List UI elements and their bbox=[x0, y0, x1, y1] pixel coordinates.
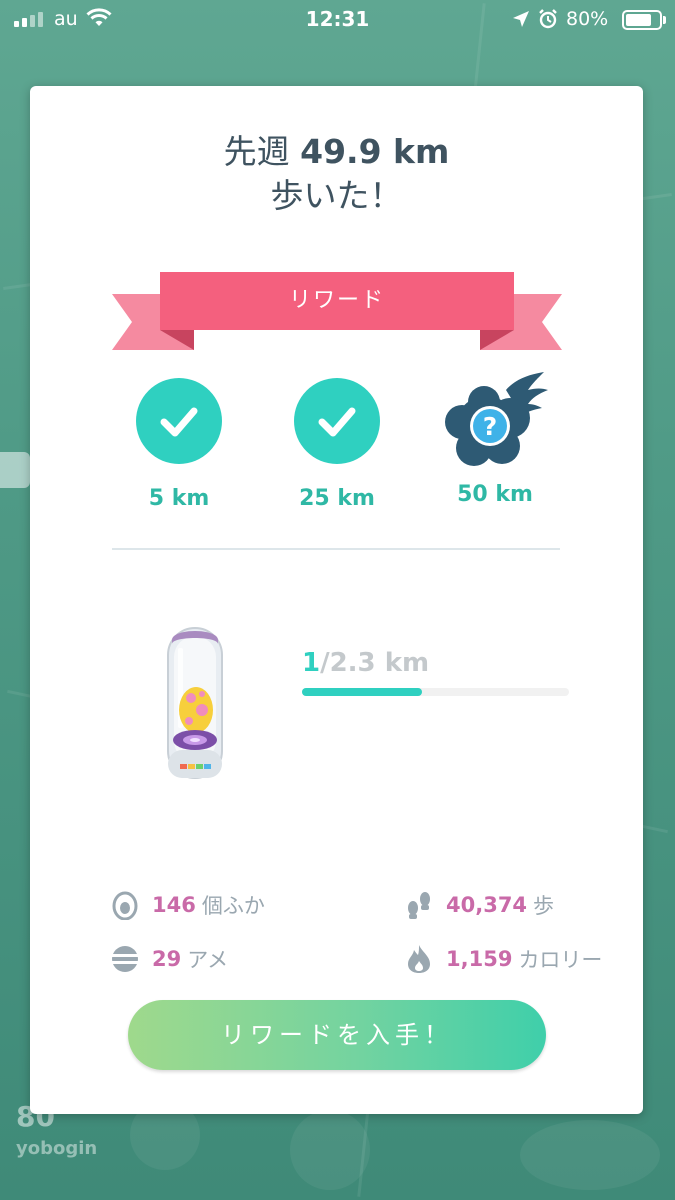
incubator-egg-icon bbox=[164, 618, 226, 798]
title-prefix: 先週 bbox=[223, 132, 290, 171]
side-drawer-tab[interactable] bbox=[0, 452, 30, 488]
stat-unit: 歩 bbox=[533, 894, 555, 918]
divider bbox=[112, 548, 560, 550]
stat-value: 146 bbox=[152, 893, 196, 917]
stat-calories: 1,159 カロリー bbox=[404, 944, 602, 974]
check-icon bbox=[294, 378, 380, 464]
stat-value: 1,159 bbox=[446, 947, 513, 971]
stat-eggs-hatched: 146 個ふか bbox=[110, 890, 265, 920]
stat-value: 29 bbox=[152, 947, 182, 971]
alarm-icon bbox=[538, 9, 558, 33]
milestone-label: 50 km bbox=[457, 482, 533, 507]
progress-fill bbox=[302, 688, 423, 696]
reward-ribbon: リワード bbox=[112, 272, 562, 354]
location-arrow-icon bbox=[512, 10, 530, 32]
progress-current: 1 bbox=[302, 648, 321, 678]
battery-percent: 80% bbox=[566, 8, 609, 30]
svg-text:?: ? bbox=[483, 412, 498, 441]
milestone-50km: ? 50 km bbox=[440, 372, 550, 507]
stat-unit: アメ bbox=[187, 948, 229, 972]
milestone-25km: 25 km bbox=[282, 378, 392, 511]
egg-icon bbox=[110, 890, 140, 920]
mystery-reward-icon: ? bbox=[440, 372, 550, 470]
incubator-progress-text: 1/2.3 km bbox=[302, 648, 429, 678]
get-reward-button[interactable]: リワードを入手！ bbox=[128, 1000, 546, 1070]
incubator-progress-bar bbox=[302, 688, 569, 696]
weekly-summary-dialog: 先週 49.9 km 歩いた！ リワード 5 km 25 km ? 50 km … bbox=[30, 86, 643, 1114]
battery-icon bbox=[622, 10, 666, 30]
flame-icon bbox=[404, 944, 434, 974]
milestone-label: 25 km bbox=[299, 486, 375, 511]
stat-value: 40,374 bbox=[446, 893, 528, 917]
dialog-title: 先週 49.9 km 歩いた！ bbox=[30, 130, 643, 218]
title-suffix: 歩いた！ bbox=[270, 176, 403, 215]
status-bar: au 12:31 80% bbox=[0, 0, 675, 38]
stat-unit: カロリー bbox=[518, 948, 603, 972]
stat-steps: 40,374 歩 bbox=[404, 890, 554, 920]
stat-candy: 29 アメ bbox=[110, 944, 228, 974]
candy-icon bbox=[110, 944, 140, 974]
check-icon bbox=[136, 378, 222, 464]
ribbon-label: リワード bbox=[288, 288, 385, 313]
progress-total: /2.3 km bbox=[320, 648, 430, 678]
footprints-icon bbox=[404, 890, 434, 920]
milestone-5km: 5 km bbox=[124, 378, 234, 511]
milestone-label: 5 km bbox=[148, 486, 210, 511]
trainer-name: yobogin bbox=[16, 1138, 98, 1159]
stat-unit: 個ふか bbox=[201, 894, 265, 918]
walked-distance: 49.9 km bbox=[300, 132, 450, 171]
